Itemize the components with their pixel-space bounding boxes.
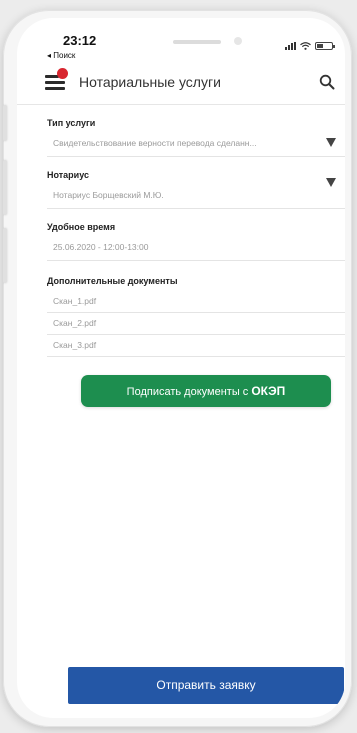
phone-camera [234, 37, 242, 45]
phone-side-button [3, 105, 7, 141]
page-title: Нотариальные услуги [79, 74, 221, 90]
notary-dropdown-icon[interactable] [326, 178, 336, 187]
document-item[interactable]: Скан_1.pdf [53, 296, 96, 306]
app-screen: 23:12 ◂ Поиск Нотариальные услуги Тип ус… [17, 18, 345, 718]
sign-documents-button[interactable]: Подписать документы с ОКЭП [81, 375, 331, 407]
divider [47, 334, 345, 335]
service-type-dropdown-icon[interactable] [326, 138, 336, 147]
back-to-search-link[interactable]: ◂ Поиск [47, 51, 75, 60]
sign-button-label: Подписать документы с [126, 386, 252, 398]
signal-icon [285, 42, 296, 50]
preferred-time-field[interactable]: 25.06.2020 - 12:00-13:00 [53, 242, 323, 252]
phone-frame: 23:12 ◂ Поиск Нотариальные услуги Тип ус… [3, 10, 352, 727]
notification-badge [57, 68, 68, 79]
divider [47, 208, 345, 209]
service-type-label: Тип услуги [47, 118, 96, 128]
status-bar: 23:12 ◂ Поиск [17, 18, 345, 60]
document-item[interactable]: Скан_3.pdf [53, 340, 96, 350]
preferred-time-label: Удобное время [47, 222, 116, 232]
battery-icon [315, 42, 335, 50]
divider [47, 260, 345, 261]
divider [47, 156, 345, 157]
phone-speaker [173, 40, 221, 44]
status-icons [285, 42, 335, 50]
document-item[interactable]: Скан_2.pdf [53, 318, 96, 328]
divider [47, 356, 345, 357]
sign-button-label-bold: ОКЭП [251, 384, 286, 398]
phone-volume-up-button [3, 160, 7, 215]
divider [47, 312, 345, 313]
additional-documents-label: Дополнительные документы [47, 276, 178, 286]
phone-volume-down-button [3, 228, 7, 283]
wifi-icon [300, 42, 311, 50]
status-time: 23:12 [63, 33, 97, 48]
search-icon[interactable] [319, 74, 335, 90]
service-type-select[interactable]: Свидетельствование верности перевода сде… [53, 138, 323, 148]
notary-select[interactable]: Нотариус Борщевский М.Ю. [53, 190, 323, 200]
app-header: Нотариальные услуги [17, 60, 345, 105]
notary-label: Нотариус [47, 170, 90, 180]
submit-request-button[interactable]: Отправить заявку [68, 667, 344, 704]
